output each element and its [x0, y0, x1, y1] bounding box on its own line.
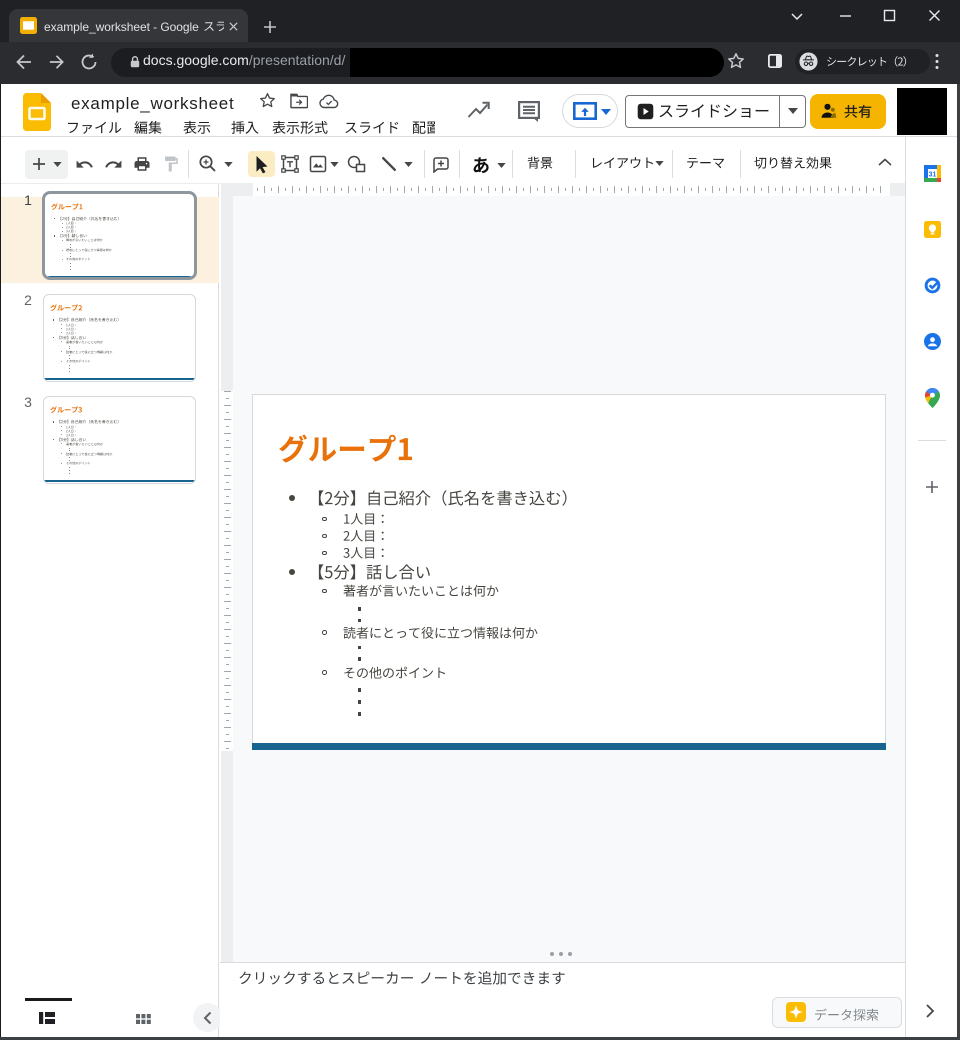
svg-text:31: 31: [929, 171, 937, 178]
